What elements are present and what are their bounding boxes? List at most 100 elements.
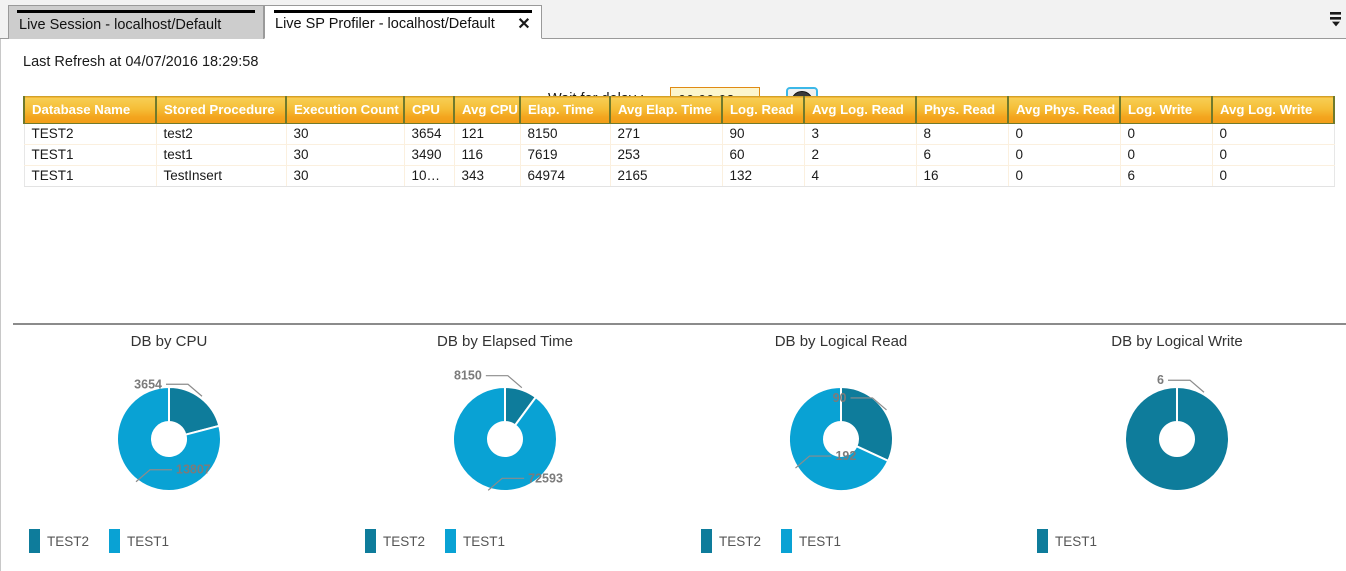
legend-item[interactable]: TEST2 [29,529,89,553]
tab-label: Live Session - localhost/Default [19,16,222,33]
tab-accent-bar [274,10,532,13]
legend-label: TEST1 [127,533,170,549]
legend-swatch [109,529,121,553]
data-label: 8150 [454,369,482,383]
table-cell: 8150 [519,123,610,145]
table-cell: TEST2 [23,123,156,145]
data-label: 6 [1157,373,1164,387]
close-icon[interactable]: ✕ [516,17,532,33]
legend-label: TEST2 [719,533,762,549]
column-header[interactable]: Avg Phys. Read [1007,96,1120,124]
legend-item[interactable]: TEST2 [365,529,425,553]
table-cell: 343 [453,165,520,187]
table-cell: 2165 [609,165,722,187]
table-row[interactable]: TEST2 test2 30 3654 121 8150 271 90 3 8 0 0 0 [23,123,1335,145]
table-cell: 6 [915,144,1008,166]
table-header-row: Database Name Stored Procedure Execution C… [23,96,1335,124]
table-cell: 6 [1119,165,1212,187]
legend-label: TEST1 [799,533,842,549]
tab-live-sp-profiler[interactable]: Live SP Profiler - localhost/Default ✕ [264,5,542,39]
data-label: 72593 [528,471,563,485]
column-header[interactable]: Database Name [23,96,156,124]
table-body: TEST2 test2 30 3654 121 8150 271 90 3 8 0 0 0 TEST1 te… [23,123,1335,187]
data-label: 13807 [176,463,211,477]
table-cell: 253 [609,144,722,166]
column-header[interactable]: CPU [403,96,454,124]
chart-title: DB by CPU [130,333,208,350]
table-cell: 116 [453,144,520,166]
legend-swatch [781,529,793,553]
table-cell: TEST1 [23,144,156,166]
legend-swatch [445,529,457,553]
legend-label: TEST2 [383,533,426,549]
chart-cell: DB by Logical Read 90 192 TEST2 TEST1 [673,327,1009,571]
legend-item[interactable]: TEST1 [1037,529,1097,553]
profiler-grid[interactable]: Database Name Stored Procedure Execution C… [23,96,1335,351]
table-row[interactable]: TEST1 test1 30 3490 116 7619 253 60 2 6 0 0 0 [23,144,1335,166]
legend-swatch [1037,529,1048,553]
legend-item[interactable]: TEST1 [781,529,841,553]
data-label: 192 [835,449,856,463]
column-header[interactable]: Avg Log. Read [803,96,916,124]
chart-title: DB by Elapsed Time [437,333,573,350]
table-cell: 8 [915,123,1008,145]
column-header[interactable]: Log. Read [721,96,804,124]
table-cell: 3 [803,123,916,145]
column-header[interactable]: Avg Log. Write [1211,96,1335,124]
charts-container: DB by CPU 3654 13807 TEST2 TEST1 DB by Elapse… [1,327,1346,571]
data-label: 3654 [134,377,162,391]
legend-item[interactable]: TEST1 [109,529,169,553]
column-header[interactable]: Stored Procedure [155,96,286,124]
donut-slice[interactable] [1124,385,1230,492]
tab-accent-bar [17,10,255,13]
legend-label: TEST1 [1055,533,1098,549]
chart-legend: TEST2 TEST1 [701,529,855,553]
tab-label: Live SP Profiler - localhost/Default [275,16,495,32]
column-header[interactable]: Log. Write [1119,96,1212,124]
chart-title: DB by Logical Write [1111,333,1243,350]
table-cell: TestInsert [155,165,286,187]
table-cell: 0 [1119,144,1212,166]
table-cell: TEST1 [23,165,156,187]
legend-swatch [701,529,712,553]
table-cell: 2 [803,144,916,166]
legend-item[interactable]: TEST1 [445,529,505,553]
last-refresh-label: Last Refresh at 04/07/2016 18:29:58 [23,54,259,70]
chart-cell: DB by Elapsed Time 8150 72593 TEST2 TEST1 [337,327,673,571]
table-cell: 0 [1007,165,1120,187]
table-cell: 0 [1119,123,1212,145]
chart-cell: DB by CPU 3654 13807 TEST2 TEST1 [1,327,337,571]
chart-legend: TEST2 TEST1 [29,529,183,553]
table-cell: 0 [1007,144,1120,166]
profiler-panel: Last Refresh at 04/07/2016 18:29:58 Wait… [0,39,1346,571]
chart-legend: TEST1 [1037,529,1111,553]
column-header[interactable]: Elap. Time [519,96,610,124]
table-cell: 64974 [519,165,610,187]
table-row[interactable]: TEST1 TestInsert 30 10317 343 64974 2165 132 4 16… [23,165,1335,187]
tab-strip: Live Session - localhost/Default Live SP… [0,0,1346,39]
column-header[interactable]: Avg CPU [453,96,520,124]
donut-chart[interactable]: 8150 72593 [337,357,673,522]
profiler-table: Database Name Stored Procedure Execution C… [23,96,1335,187]
tab-list-overflow-icon[interactable] [1326,8,1346,30]
donut-chart[interactable]: 6 [1009,357,1345,522]
panel-splitter[interactable] [13,323,1346,325]
legend-swatch [365,529,376,553]
column-header[interactable]: Avg Elap. Time [609,96,722,124]
table-cell: 0 [1211,144,1335,166]
column-header[interactable]: Phys. Read [915,96,1008,124]
donut-chart[interactable]: 90 192 [673,357,1009,522]
legend-swatch [29,529,40,553]
chart-cell: DB by Logical Write 6 TEST1 [1009,327,1345,571]
table-cell: 7619 [519,144,610,166]
column-header[interactable]: Execution Count [285,96,404,124]
donut-chart[interactable]: 3654 13807 [1,357,337,522]
legend-label: TEST2 [47,533,90,549]
table-cell: 90 [721,123,804,145]
tab-live-session[interactable]: Live Session - localhost/Default [8,5,264,39]
table-cell: 0 [1211,123,1335,145]
leader-line [485,375,523,389]
data-label: 90 [833,391,847,405]
table-cell: test1 [155,144,286,166]
legend-item[interactable]: TEST2 [701,529,761,553]
